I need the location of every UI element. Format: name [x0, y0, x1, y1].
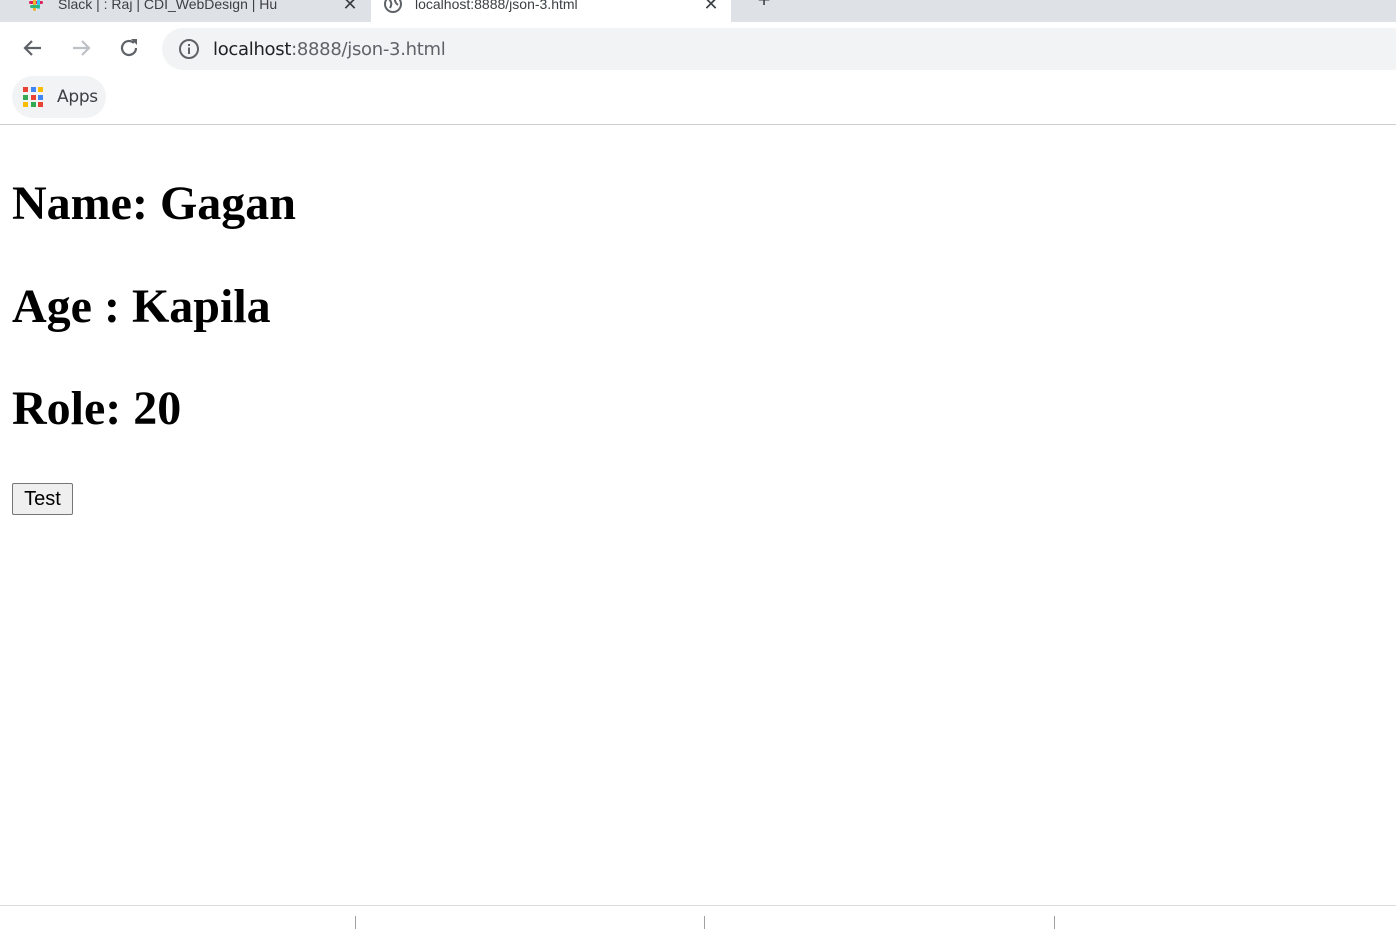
url-path: :8888/json-3.html	[291, 38, 446, 60]
forward-button[interactable]	[67, 34, 95, 62]
divider	[355, 916, 356, 929]
browser-window: Slack | : Raj | CDI_WebDesign | Hu ✕ loc…	[0, 0, 1396, 930]
apps-grid-dot	[30, 102, 36, 107]
apps-grid-dot	[23, 94, 28, 100]
test-button[interactable]: Test	[12, 483, 73, 515]
apps-grid-dot	[38, 87, 43, 92]
url-host: localhost	[213, 38, 292, 60]
info-icon[interactable]	[178, 38, 200, 60]
slack-icon	[26, 0, 46, 14]
apps-grid-dot	[23, 87, 28, 92]
role-heading: Role: 20	[12, 382, 182, 435]
url-text: localhost:8888/json-3.html	[213, 38, 446, 60]
close-tab-icon[interactable]: ✕	[703, 0, 719, 14]
age-heading: Age : Kapila	[12, 280, 271, 333]
reload-icon	[120, 39, 138, 57]
tab-title: localhost:8888/json-3.html	[415, 0, 578, 12]
tab-strip: Slack | : Raj | CDI_WebDesign | Hu ✕ loc…	[0, 0, 1396, 22]
apps-grid-dot	[23, 102, 28, 107]
close-tab-icon[interactable]: ✕	[342, 0, 358, 14]
tab-localhost[interactable]: localhost:8888/json-3.html ✕	[371, 0, 731, 22]
address-bar[interactable]: localhost:8888/json-3.html	[162, 28, 1396, 70]
page-content: Name: Gagan Age : Kapila Role: 20 Test	[0, 125, 1396, 905]
apps-grid-dot	[30, 87, 36, 92]
apps-label: Apps	[57, 87, 98, 107]
divider	[1054, 916, 1055, 929]
divider	[704, 916, 705, 929]
apps-grid-dot	[38, 94, 43, 100]
arrow-right-icon	[73, 40, 91, 56]
tab-title: Slack | : Raj | CDI_WebDesign | Hu	[58, 0, 278, 12]
apps-grid-dot	[30, 94, 36, 100]
toolbar: localhost:8888/json-3.html	[0, 22, 1396, 76]
bookmark-apps[interactable]: Apps	[12, 76, 106, 118]
apps-grid-icon	[23, 87, 43, 107]
bottom-bar	[0, 905, 1396, 930]
name-heading: Name: Gagan	[12, 177, 296, 230]
tab-slack[interactable]: Slack | : Raj | CDI_WebDesign | Hu ✕	[14, 0, 370, 22]
bookmarks-bar: Apps	[0, 76, 1396, 125]
back-button[interactable]	[19, 34, 47, 62]
arrow-left-icon	[23, 40, 41, 56]
globe-icon	[383, 0, 403, 14]
new-tab-icon[interactable]: +	[752, 0, 776, 12]
reload-button[interactable]	[115, 34, 143, 62]
apps-grid-dot	[38, 102, 43, 107]
